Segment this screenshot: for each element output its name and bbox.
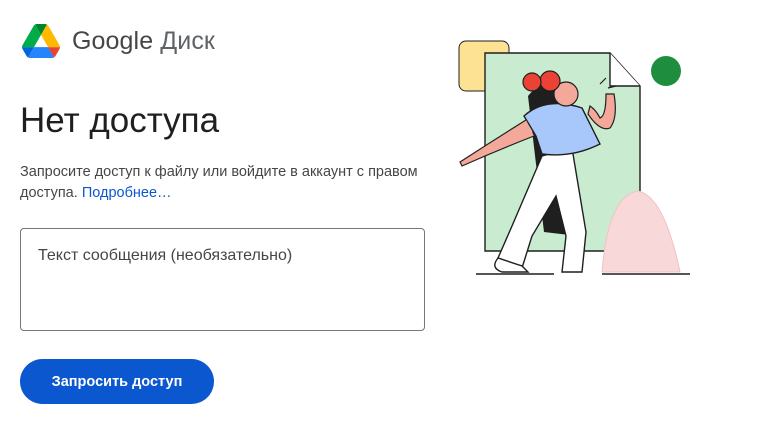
request-access-button[interactable]: Запросить доступ xyxy=(20,359,214,404)
google-drive-icon xyxy=(22,24,60,58)
message-input[interactable] xyxy=(20,228,425,331)
access-description: Запросите доступ к файлу или войдите в а… xyxy=(20,162,420,204)
access-denied-page: Google Диск Нет доступа Запросите доступ … xyxy=(0,0,780,421)
learn-more-link[interactable]: Подробнее… xyxy=(82,185,172,201)
page-title: Нет доступа xyxy=(20,101,220,140)
person-leaving-document-illustration xyxy=(458,40,690,275)
brand-name: Google Диск xyxy=(72,27,215,56)
header-logo[interactable]: Google Диск xyxy=(22,24,215,58)
brand-product: Диск xyxy=(160,26,215,55)
description-text: Запросите доступ к файлу или войдите в а… xyxy=(20,164,418,201)
brand-google: Google xyxy=(72,26,154,55)
